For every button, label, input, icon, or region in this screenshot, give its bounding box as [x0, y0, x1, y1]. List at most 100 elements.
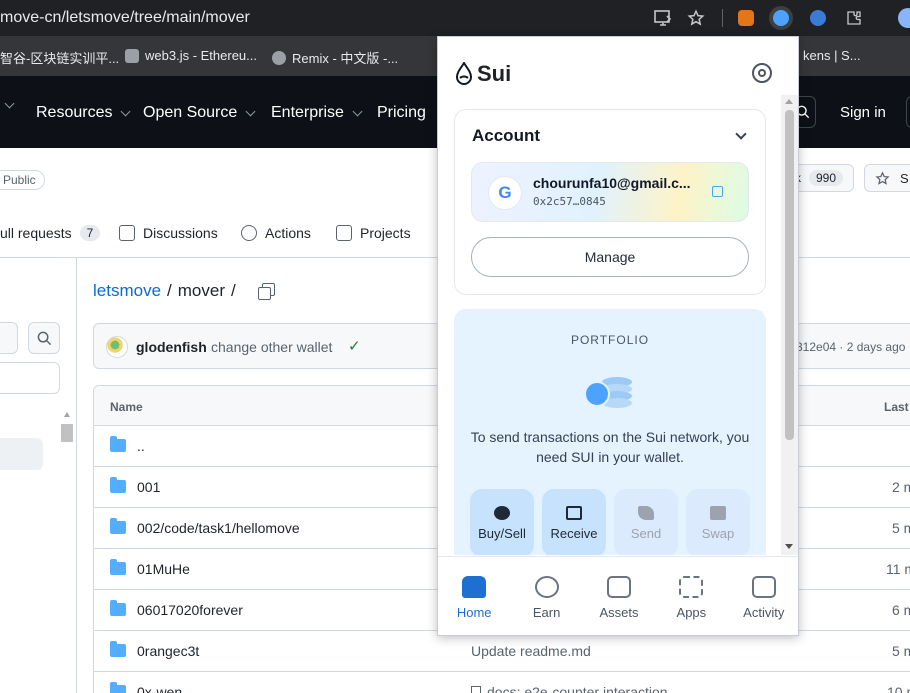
paper-plane-icon	[638, 505, 654, 520]
action-label: Swap	[701, 525, 735, 541]
tab-label: ull requests	[0, 225, 72, 241]
bookmark-item[interactable]: kens | S...	[803, 48, 861, 63]
swap-button[interactable]: Swap	[686, 489, 750, 555]
scroll-down-icon[interactable]	[785, 544, 793, 549]
wallet-extension-icon[interactable]	[806, 6, 830, 30]
nav-label: Enterprise	[271, 104, 344, 121]
file-name[interactable]: ..	[137, 438, 145, 454]
nav-earn[interactable]: Earn	[511, 557, 583, 635]
sui-wallet-extension-icon[interactable]	[769, 6, 793, 30]
profile-avatar[interactable]	[898, 8, 910, 28]
scroll-up-icon[interactable]	[64, 412, 70, 417]
coin-icon	[494, 505, 510, 520]
file-name[interactable]: 002/code/task1/hellomove	[137, 520, 300, 536]
scroll-thumb[interactable]	[61, 424, 73, 442]
commit-author[interactable]: glodenfish	[136, 339, 207, 355]
star-button[interactable]: S	[864, 164, 910, 192]
table-row[interactable]: 0rangec3t Update readme.md 5 m	[94, 631, 910, 672]
toolbar-divider	[722, 9, 723, 27]
bookmark-item[interactable]: web3.js - Ethereu...	[125, 48, 257, 63]
portfolio-empty-message: To send transactions on the Sui network,…	[470, 429, 750, 465]
nav-home[interactable]: Home	[438, 557, 510, 635]
nav-activity[interactable]: Activity	[728, 557, 798, 635]
file-name[interactable]: 01MuHe	[137, 561, 190, 577]
portfolio-label: PORTFOLIO	[570, 333, 650, 347]
file-tree-selected-item[interactable]	[0, 438, 43, 470]
go-to-file-input[interactable]	[0, 362, 60, 394]
file-commit-message[interactable]: docs: e2e-counter interaction	[471, 684, 668, 693]
file-date: 2 m	[892, 479, 910, 495]
commit-meta[interactable]: 312e04 · 2 days ago	[796, 340, 905, 354]
sui-wallet-popup: Sui Account G chourunfa10@gmail.c... 0x2…	[437, 36, 799, 636]
copy-path-icon[interactable]	[257, 283, 275, 300]
nav-open-source[interactable]: Open Source	[143, 104, 260, 122]
tab-pull-requests[interactable]: ull requests 7	[0, 225, 101, 241]
table-icon	[336, 225, 352, 241]
fork-button[interactable]: k 990	[790, 164, 854, 192]
table-row[interactable]: 0x-wen docs: e2e-counter interaction 10 …	[94, 672, 910, 693]
nav-apps[interactable]: Apps	[655, 557, 727, 635]
chevron-down-icon	[352, 106, 363, 116]
folder-icon	[110, 559, 126, 575]
nav-label: Pricing	[377, 104, 426, 121]
nav-assets[interactable]: Assets	[583, 557, 655, 635]
file-commit-message[interactable]: Update readme.md	[471, 643, 591, 659]
nav-label: Apps	[676, 605, 707, 620]
breadcrumb-separator: /	[167, 281, 172, 300]
file-name[interactable]: 06017020forever	[137, 602, 243, 618]
commit-message[interactable]: change other wallet	[211, 339, 332, 355]
swap-icon	[710, 505, 726, 520]
check-icon[interactable]: ✓	[348, 337, 361, 355]
sign-in-link[interactable]: Sign in	[840, 104, 886, 121]
account-address: 0x2c57…0845	[533, 195, 606, 208]
breadcrumb-repo-link[interactable]: letsmove	[93, 281, 161, 301]
nav-label: Earn	[532, 605, 561, 620]
scroll-thumb[interactable]	[785, 110, 794, 440]
folder-icon	[110, 518, 126, 534]
nav-label: Assets	[599, 605, 639, 620]
bookmark-label: Remix - 中文版 -...	[292, 51, 399, 66]
address-bar[interactable]: move-cn/letsmove/tree/main/mover	[0, 9, 250, 27]
sidebar-divider	[76, 258, 77, 693]
manage-button[interactable]: Manage	[471, 237, 749, 277]
chevron-down-icon[interactable]	[735, 128, 747, 140]
breadcrumb: letsmove / mover /	[93, 281, 275, 301]
nav-chevron[interactable]	[0, 98, 19, 109]
tab-projects[interactable]: Projects	[336, 225, 411, 241]
account-chip[interactable]: G chourunfa10@gmail.c... 0x2c57…0845	[471, 162, 749, 222]
file-tree-scrollbar[interactable]	[60, 408, 74, 693]
file-date: 10 m	[887, 684, 910, 693]
file-name[interactable]: 0rangec3t	[137, 643, 199, 659]
buy-sell-button[interactable]: Buy/Sell	[470, 489, 534, 555]
file-search-button[interactable]	[28, 322, 60, 354]
scroll-up-icon[interactable]	[785, 99, 793, 104]
file-date: 5 m	[892, 643, 910, 659]
bookmark-star-icon[interactable]	[684, 6, 708, 30]
sign-up-button[interactable]	[906, 96, 910, 128]
tab-actions[interactable]: Actions	[241, 225, 311, 241]
send-button[interactable]: Send	[614, 489, 678, 555]
earn-icon	[534, 576, 559, 598]
nav-pricing[interactable]: Pricing	[377, 104, 426, 122]
sui-logo: Sui	[454, 61, 511, 87]
pull-requests-count: 7	[79, 225, 101, 241]
branch-selector[interactable]	[0, 322, 18, 354]
visibility-badge: Public	[0, 170, 45, 190]
install-app-icon[interactable]	[651, 6, 675, 30]
chevron-down-icon	[121, 106, 131, 116]
bookmark-item[interactable]: Remix - 中文版 -...	[272, 48, 398, 67]
tab-discussions[interactable]: Discussions	[119, 225, 218, 241]
copy-address-icon[interactable]	[712, 186, 723, 197]
action-label: Send	[630, 525, 662, 541]
receive-button[interactable]: Receive	[542, 489, 606, 555]
metamask-extension-icon[interactable]	[734, 6, 758, 30]
file-name[interactable]: 0x-wen	[137, 684, 182, 693]
avatar[interactable]	[106, 336, 128, 358]
gear-icon[interactable]	[752, 63, 772, 83]
extensions-puzzle-icon[interactable]	[842, 6, 866, 30]
bookmark-item[interactable]: 智谷-区块链实训平...	[0, 48, 119, 67]
file-name[interactable]: 001	[137, 479, 160, 495]
nav-resources[interactable]: Resources	[36, 104, 135, 122]
nav-enterprise[interactable]: Enterprise	[271, 104, 367, 122]
wallet-scrollbar[interactable]	[781, 95, 798, 555]
